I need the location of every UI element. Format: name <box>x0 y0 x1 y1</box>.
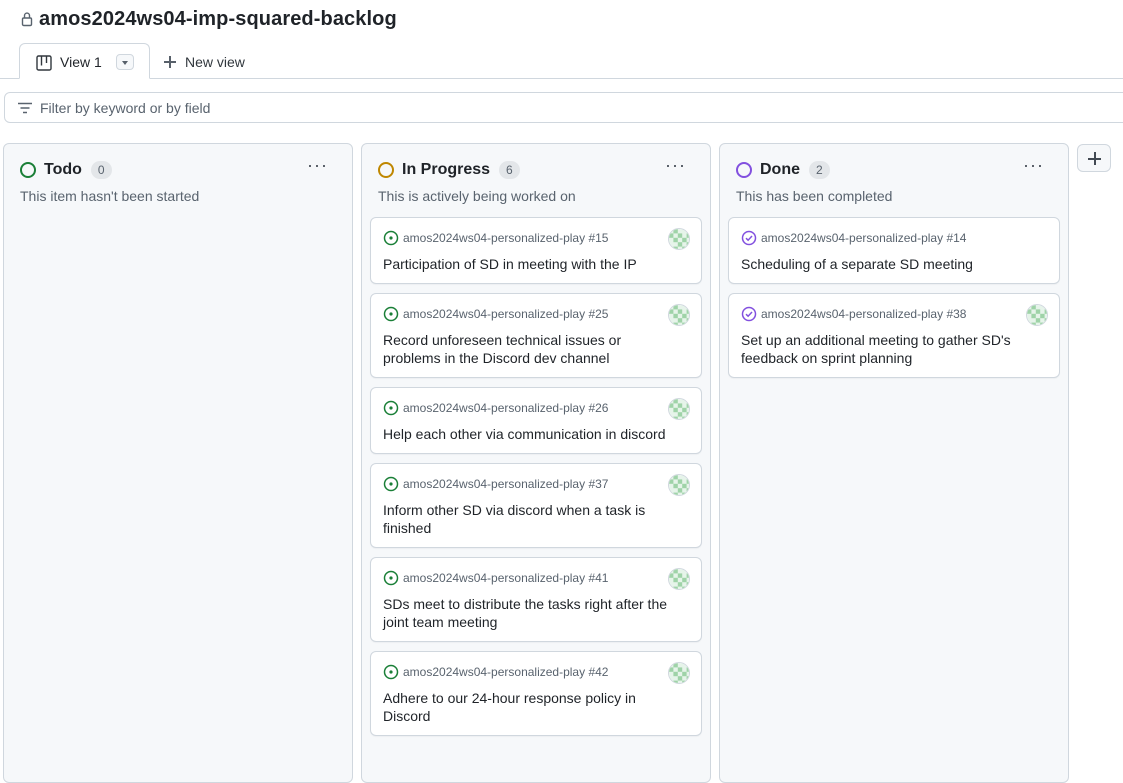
issue-opened-icon <box>383 570 399 586</box>
lock-icon <box>21 12 33 27</box>
column-title: Todo <box>44 161 82 178</box>
column-count-badge: 6 <box>499 161 520 179</box>
card-repo-reference: amos2024ws04-personalized-play #26 <box>383 400 689 416</box>
filter-icon <box>18 102 32 114</box>
project-header: amos2024ws04-imp-squared-backlog View 1 … <box>0 0 1123 80</box>
issue-card[interactable]: amos2024ws04-personalized-play #26 Help e… <box>370 387 702 454</box>
column-count-badge: 0 <box>90 161 112 179</box>
card-repo-label[interactable]: amos2024ws04-personalized-play #41 <box>403 571 608 585</box>
card-title[interactable]: SDs meet to distribute the tasks right a… <box>383 595 689 631</box>
tab-view-1[interactable]: View 1 <box>19 43 150 79</box>
issue-card[interactable]: amos2024ws04-personalized-play #25 Record… <box>370 293 702 378</box>
project-board-icon <box>36 55 52 71</box>
done-status-icon <box>736 162 752 178</box>
add-column-button[interactable] <box>1077 144 1111 172</box>
todo-status-icon <box>20 162 36 178</box>
assignee-avatar[interactable] <box>668 304 690 326</box>
card-repo-reference: amos2024ws04-personalized-play #37 <box>383 476 689 492</box>
filter-input[interactable]: Filter by keyword or by field <box>4 92 1123 123</box>
issue-closed-icon <box>741 230 757 246</box>
issue-card[interactable]: amos2024ws04-personalized-play #37 Inform… <box>370 463 702 548</box>
card-title[interactable]: Help each other via communication in dis… <box>383 425 689 443</box>
card-repo-label[interactable]: amos2024ws04-personalized-play #26 <box>403 401 608 415</box>
in-progress-status-icon <box>378 162 394 178</box>
identicon-avatar-image <box>1027 305 1047 325</box>
filter-placeholder: Filter by keyword or by field <box>40 100 211 116</box>
issue-opened-icon <box>383 400 399 416</box>
issue-card[interactable]: amos2024ws04-personalized-play #38 Set up… <box>728 293 1060 378</box>
card-title[interactable]: Set up an additional meeting to gather S… <box>741 331 1047 367</box>
issue-opened-icon <box>383 664 399 680</box>
tab-view-label: View 1 <box>60 54 102 70</box>
card-repo-label[interactable]: amos2024ws04-personalized-play #38 <box>761 307 966 321</box>
column-done: Done 2 ··· This has been completed amos2… <box>719 143 1069 783</box>
card-repo-reference: amos2024ws04-personalized-play #38 <box>741 306 1047 322</box>
assignee-avatar[interactable] <box>668 228 690 250</box>
assignee-avatar[interactable] <box>1026 304 1048 326</box>
card-title[interactable]: Adhere to our 24-hour response policy in… <box>383 689 689 725</box>
identicon-avatar-image <box>669 475 689 495</box>
card-repo-reference: amos2024ws04-personalized-play #42 <box>383 664 689 680</box>
card-list: amos2024ws04-personalized-play #14 Schedu… <box>728 217 1060 387</box>
kebab-horizontal-icon[interactable]: ··· <box>1023 156 1044 174</box>
issue-card[interactable]: amos2024ws04-personalized-play #42 Adhere… <box>370 651 702 736</box>
column-title: In Progress <box>402 161 491 178</box>
card-repo-reference: amos2024ws04-personalized-play #14 <box>741 230 1047 246</box>
issue-opened-icon <box>383 230 399 246</box>
column-description: This has been completed <box>736 188 893 204</box>
issue-opened-icon <box>383 476 399 492</box>
column-todo: Todo 0 ··· This item hasn't been started <box>3 143 353 783</box>
card-repo-label[interactable]: amos2024ws04-personalized-play #15 <box>403 231 608 245</box>
identicon-avatar-image <box>669 569 689 589</box>
new-view-button[interactable]: New view <box>163 52 245 72</box>
card-list: amos2024ws04-personalized-play #15 Partic… <box>370 217 702 745</box>
card-repo-label[interactable]: amos2024ws04-personalized-play #14 <box>761 231 966 245</box>
column-description: This item hasn't been started <box>20 188 200 204</box>
issue-card[interactable]: amos2024ws04-personalized-play #14 Schedu… <box>728 217 1060 284</box>
card-title[interactable]: Record unforeseen technical issues or pr… <box>383 331 689 367</box>
card-repo-label[interactable]: amos2024ws04-personalized-play #37 <box>403 477 608 491</box>
card-repo-reference: amos2024ws04-personalized-play #41 <box>383 570 689 586</box>
assignee-avatar[interactable] <box>668 662 690 684</box>
card-repo-label[interactable]: amos2024ws04-personalized-play #42 <box>403 665 608 679</box>
assignee-avatar[interactable] <box>668 474 690 496</box>
kebab-horizontal-icon[interactable]: ··· <box>307 156 328 174</box>
identicon-avatar-image <box>669 663 689 683</box>
identicon-avatar-image <box>669 305 689 325</box>
issue-card[interactable]: amos2024ws04-personalized-play #41 SDs me… <box>370 557 702 642</box>
assignee-avatar[interactable] <box>668 398 690 420</box>
card-title[interactable]: Scheduling of a separate SD meeting <box>741 255 1047 273</box>
card-repo-reference: amos2024ws04-personalized-play #15 <box>383 230 689 246</box>
project-title: amos2024ws04-imp-squared-backlog <box>39 8 397 30</box>
issue-card[interactable]: amos2024ws04-personalized-play #15 Partic… <box>370 217 702 284</box>
board: Todo 0 ··· This item hasn't been started… <box>0 143 1123 783</box>
assignee-avatar[interactable] <box>668 568 690 590</box>
column-description: This is actively being worked on <box>378 188 576 204</box>
view-options-dropdown[interactable] <box>116 54 134 70</box>
tab-bar-divider <box>0 78 1123 79</box>
card-title[interactable]: Participation of SD in meeting with the … <box>383 255 689 273</box>
issue-opened-icon <box>383 306 399 322</box>
issue-closed-icon <box>741 306 757 322</box>
card-title[interactable]: Inform other SD via discord when a task … <box>383 501 689 537</box>
new-view-label: New view <box>185 54 245 70</box>
plus-icon <box>163 55 177 69</box>
column-title: Done <box>760 161 800 178</box>
card-repo-label[interactable]: amos2024ws04-personalized-play #25 <box>403 307 608 321</box>
identicon-avatar-image <box>669 229 689 249</box>
column-count-badge: 2 <box>809 161 830 179</box>
identicon-avatar-image <box>669 399 689 419</box>
column-in-progress: In Progress 6 ··· This is actively being… <box>361 143 711 783</box>
kebab-horizontal-icon[interactable]: ··· <box>665 156 686 174</box>
plus-icon <box>1088 152 1101 165</box>
card-repo-reference: amos2024ws04-personalized-play #25 <box>383 306 689 322</box>
